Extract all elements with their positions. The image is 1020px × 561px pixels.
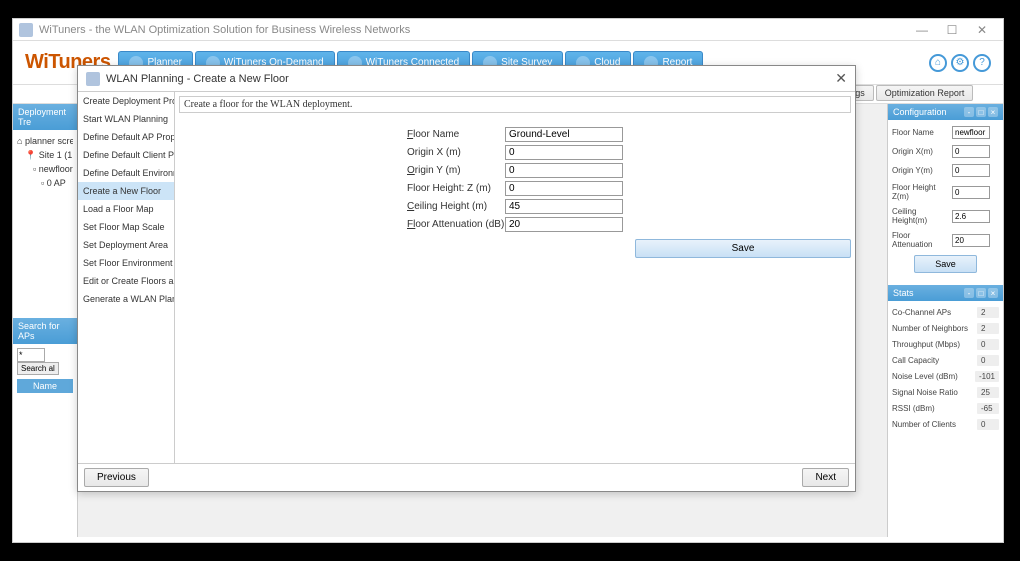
step-def-env[interactable]: Define Default Environment <box>78 164 174 182</box>
modal-footer: Previous Next <box>78 463 855 491</box>
config-floor-height[interactable] <box>952 186 990 199</box>
stats-min-icon[interactable]: - <box>964 288 974 298</box>
panel-max-icon[interactable]: □ <box>976 107 986 117</box>
label-ceiling-height: Ceiling Height (m) <box>407 201 505 212</box>
config-origin-x[interactable] <box>952 145 990 158</box>
left-column: Deployment Tre ⌂ planner screens 📍 Site … <box>13 104 78 537</box>
previous-button[interactable]: Previous <box>84 468 149 487</box>
label-origin-y: Origin Y (m) <box>407 165 505 176</box>
help-icon[interactable]: ? <box>973 54 991 72</box>
stats-max-icon[interactable]: □ <box>976 288 986 298</box>
config-header: Configuration -□× <box>888 104 1003 120</box>
modal-icon <box>86 72 100 86</box>
wlan-planning-modal: WLAN Planning - Create a New Floor ✕ Cre… <box>77 65 856 492</box>
floor-form: Floor Name Origin X (m) Origin Y (m) Flo… <box>179 119 851 258</box>
search-header: Search for APs <box>13 318 77 344</box>
home-icon[interactable]: ⌂ <box>929 54 947 72</box>
config-origin-y[interactable] <box>952 164 990 177</box>
config-ceiling-height[interactable] <box>952 210 990 223</box>
step-set-floor-env[interactable]: Set Floor Environment <box>78 254 174 272</box>
step-load-map[interactable]: Load a Floor Map <box>78 200 174 218</box>
config-save-button[interactable]: Save <box>914 255 977 273</box>
config-floor-att[interactable] <box>952 234 990 247</box>
step-set-area[interactable]: Set Deployment Area <box>78 236 174 254</box>
tree-root[interactable]: ⌂ planner screens <box>17 134 73 148</box>
stats-close-icon[interactable]: × <box>988 288 998 298</box>
right-column: Configuration -□× Floor Name Origin X(m)… <box>887 104 1003 537</box>
titlebar: WiTuners - the WLAN Optimization Solutio… <box>13 19 1003 41</box>
input-origin-x[interactable] <box>505 145 623 160</box>
search-input[interactable] <box>17 348 45 362</box>
deployment-tree-header: Deployment Tre <box>13 104 77 130</box>
step-edit-floors[interactable]: Edit or Create Floors and Sites <box>78 272 174 290</box>
next-button[interactable]: Next <box>802 468 849 487</box>
maximize-button[interactable]: ☐ <box>937 20 967 40</box>
app-icon <box>19 23 33 37</box>
step-create-floor[interactable]: Create a New Floor <box>78 182 174 200</box>
modal-titlebar: WLAN Planning - Create a New Floor ✕ <box>78 66 855 92</box>
step-start-planning[interactable]: Start WLAN Planning <box>78 110 174 128</box>
modal-save-button[interactable]: Save <box>635 239 851 258</box>
instruction-text: Create a floor for the WLAN deployment. <box>179 96 851 113</box>
deployment-tree[interactable]: ⌂ planner screens 📍 Site 1 (1 floo ▫ new… <box>13 130 77 194</box>
tree-floor[interactable]: ▫ newfloor <box>17 162 73 176</box>
btn-opt-report[interactable]: Optimization Report <box>876 85 974 101</box>
input-floor-attenuation[interactable] <box>505 217 623 232</box>
label-origin-x: Origin X (m) <box>407 147 505 158</box>
stats-body: Co-Channel APs2 Number of Neighbors2 Thr… <box>888 301 1003 441</box>
window-title: WiTuners - the WLAN Optimization Solutio… <box>39 24 907 36</box>
modal-title-text: WLAN Planning - Create a New Floor <box>106 73 289 85</box>
tree-ap[interactable]: ▫ 0 AP <box>17 176 73 190</box>
close-button[interactable]: ✕ <box>967 20 997 40</box>
step-create-project[interactable]: Create Deployment Project <box>78 92 174 110</box>
step-set-scale[interactable]: Set Floor Map Scale <box>78 218 174 236</box>
label-floor-attenuation: Floor Attenuation (dB) <box>407 219 505 230</box>
step-generate-plan[interactable]: Generate a WLAN Plan <box>78 290 174 308</box>
tree-site[interactable]: 📍 Site 1 (1 floo <box>17 148 73 162</box>
input-floor-height[interactable] <box>505 181 623 196</box>
search-body: Search al Name <box>13 344 77 397</box>
label-floor-height: Floor Height: Z (m) <box>407 183 505 194</box>
panel-min-icon[interactable]: - <box>964 107 974 117</box>
wizard-steps: Create Deployment Project Start WLAN Pla… <box>78 92 175 463</box>
step-def-client-props[interactable]: Define Default Client Properties <box>78 146 174 164</box>
panel-close-icon[interactable]: × <box>988 107 998 117</box>
search-button[interactable]: Search al <box>17 362 59 375</box>
modal-content: Create a floor for the WLAN deployment. … <box>175 92 855 463</box>
config-body: Floor Name Origin X(m) Origin Y(m) Floor… <box>888 120 1003 285</box>
search-name-header: Name <box>17 379 73 393</box>
input-ceiling-height[interactable] <box>505 199 623 214</box>
minimize-button[interactable]: — <box>907 20 937 40</box>
input-origin-y[interactable] <box>505 163 623 178</box>
stats-header: Stats -□× <box>888 285 1003 301</box>
config-floor-name[interactable] <box>952 126 990 139</box>
step-def-ap-props[interactable]: Define Default AP Properties <box>78 128 174 146</box>
settings-icon[interactable]: ⚙ <box>951 54 969 72</box>
label-floor-name: Floor Name <box>407 129 505 140</box>
input-floor-name[interactable] <box>505 127 623 142</box>
modal-close-button[interactable]: ✕ <box>835 70 847 87</box>
